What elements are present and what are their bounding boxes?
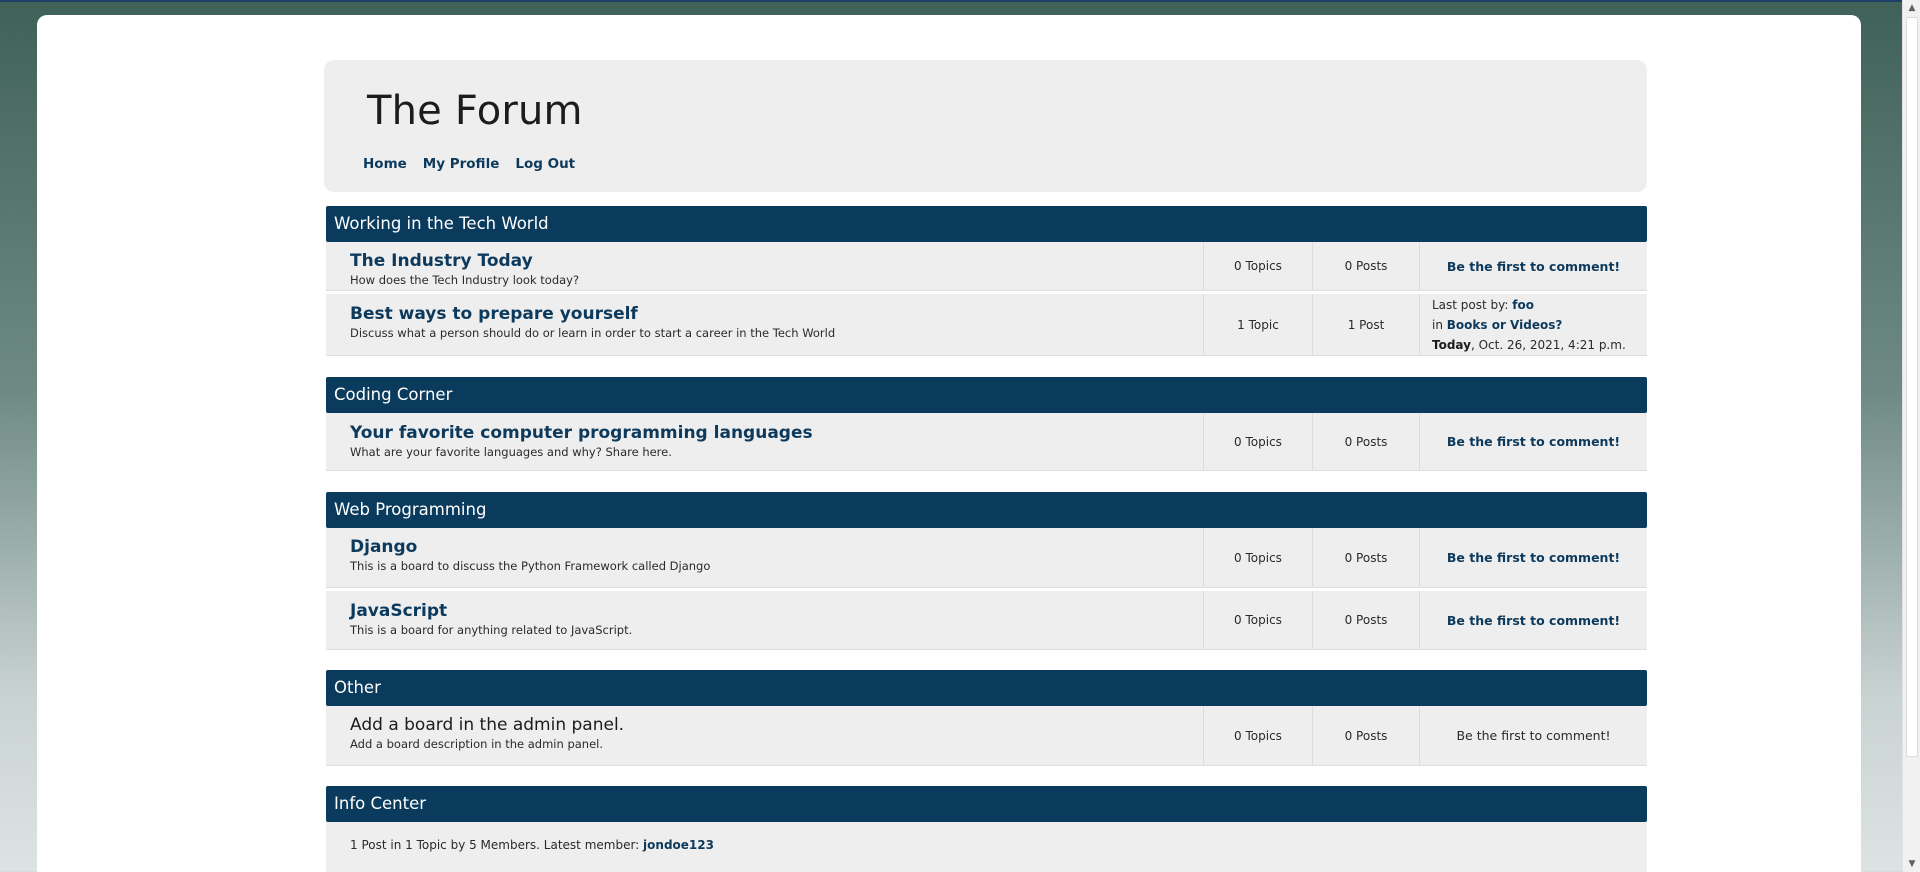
- board-last-post: Last post by: foo in Books or Videos? To…: [1420, 294, 1647, 355]
- first-comment-link[interactable]: Be the first to comment!: [1447, 434, 1620, 449]
- last-post-in-label: in: [1432, 317, 1443, 332]
- board-info: Add a board in the admin panel. Add a bo…: [326, 706, 1204, 765]
- window-top-border: [0, 0, 1920, 2]
- category-header: Working in the Tech World: [326, 206, 1647, 242]
- board-topic-count: 0 Topics: [1204, 242, 1313, 290]
- latest-member-link[interactable]: jondoe123: [643, 838, 714, 852]
- board-description: Discuss what a person should do or learn…: [350, 326, 836, 340]
- first-comment-link[interactable]: Be the first to comment!: [1447, 259, 1620, 274]
- last-post-by-label: Last post by:: [1432, 297, 1509, 312]
- category-header: Other: [326, 670, 1647, 706]
- last-post-user-link[interactable]: foo: [1512, 298, 1534, 312]
- category-coding-corner: Coding Corner Your favorite computer pro…: [324, 377, 1647, 471]
- board-description: How does the Tech Industry look today?: [350, 273, 580, 287]
- board-last-post: Be the first to comment!: [1420, 242, 1647, 290]
- category-working-in-tech: Working in the Tech World The Industry T…: [324, 206, 1647, 356]
- last-post-by-line: Last post by: foo: [1432, 295, 1534, 315]
- board-post-count: 0 Posts: [1313, 242, 1420, 290]
- board-post-count: 1 Post: [1313, 294, 1420, 355]
- board-title-link[interactable]: Best ways to prepare yourself: [350, 304, 1203, 324]
- page-container: The Forum Home My Profile Log Out Workin…: [37, 15, 1861, 872]
- info-center-header: Info Center: [326, 786, 1647, 822]
- nav-log-out-link[interactable]: Log Out: [515, 156, 575, 172]
- category-web-programming: Web Programming Django This is a board t…: [324, 492, 1647, 650]
- first-comment-text: Be the first to comment!: [1456, 728, 1611, 743]
- board-topic-count: 0 Topics: [1204, 591, 1313, 649]
- board-topic-count: 0 Topics: [1204, 413, 1313, 470]
- board-description: What are your favorite languages and why…: [350, 445, 672, 459]
- last-post-in-line: in Books or Videos?: [1432, 315, 1562, 335]
- info-center: Info Center 1 Post in 1 Topic by 5 Membe…: [324, 786, 1647, 872]
- category-header: Web Programming: [326, 492, 1647, 528]
- board-info: Your favorite computer programming langu…: [326, 413, 1204, 470]
- nav-home-link[interactable]: Home: [363, 156, 407, 172]
- board-topic-count: 0 Topics: [1204, 528, 1313, 587]
- board-last-post: Be the first to comment!: [1420, 706, 1647, 765]
- category-other: Other Add a board in the admin panel. Ad…: [324, 670, 1647, 766]
- board-title: Add a board in the admin panel.: [350, 715, 625, 735]
- board-topic-count: 1 Topic: [1204, 294, 1313, 355]
- board-title-link[interactable]: Django: [350, 537, 1203, 557]
- board-last-post: Be the first to comment!: [1420, 591, 1647, 649]
- forum-stats-text: 1 Post in 1 Topic by 5 Members. Latest m…: [350, 838, 644, 852]
- nav-my-profile-link[interactable]: My Profile: [423, 156, 500, 172]
- board-post-count: 0 Posts: [1313, 528, 1420, 587]
- board-row: The Industry Today How does the Tech Ind…: [326, 242, 1647, 291]
- board-info: Best ways to prepare yourself Discuss wh…: [326, 294, 1204, 355]
- board-info: JavaScript This is a board for anything …: [326, 591, 1204, 649]
- board-post-count: 0 Posts: [1313, 413, 1420, 470]
- board-title-link[interactable]: Your favorite computer programming langu…: [350, 423, 1203, 443]
- board-row: Django This is a board to discuss the Py…: [326, 528, 1647, 588]
- board-last-post: Be the first to comment!: [1420, 413, 1647, 470]
- board-post-count: 0 Posts: [1313, 706, 1420, 765]
- scrollbar-thumb[interactable]: [1906, 17, 1918, 757]
- board-description: This is a board to discuss the Python Fr…: [350, 559, 711, 573]
- vertical-scrollbar[interactable]: ▲ ▼: [1902, 0, 1920, 872]
- category-header: Coding Corner: [326, 377, 1647, 413]
- board-row: JavaScript This is a board for anything …: [326, 591, 1647, 650]
- last-post-day: Today: [1432, 337, 1471, 352]
- board-row: Your favorite computer programming langu…: [326, 413, 1647, 471]
- last-post-date: , Oct. 26, 2021, 4:21 p.m.: [1470, 337, 1626, 352]
- board-title-link[interactable]: The Industry Today: [350, 251, 1203, 271]
- board-row: Best ways to prepare yourself Discuss wh…: [326, 294, 1647, 356]
- board-row: Add a board in the admin panel. Add a bo…: [326, 706, 1647, 766]
- forum-header: The Forum Home My Profile Log Out: [324, 60, 1647, 192]
- board-description: Add a board description in the admin pan…: [350, 737, 603, 751]
- board-post-count: 0 Posts: [1313, 591, 1420, 649]
- last-post-date-line: Today, Oct. 26, 2021, 4:21 p.m.: [1432, 335, 1626, 355]
- last-post-topic-link[interactable]: Books or Videos?: [1447, 318, 1563, 332]
- board-topic-count: 0 Topics: [1204, 706, 1313, 765]
- site-title: The Forum: [367, 88, 583, 134]
- board-title-link[interactable]: JavaScript: [350, 601, 1203, 621]
- board-info: The Industry Today How does the Tech Ind…: [326, 242, 1204, 290]
- first-comment-link[interactable]: Be the first to comment!: [1447, 613, 1620, 628]
- board-last-post: Be the first to comment!: [1420, 528, 1647, 587]
- scroll-up-arrow-icon[interactable]: ▲: [1903, 0, 1920, 16]
- board-description: This is a board for anything related to …: [350, 623, 633, 637]
- main-nav: Home My Profile Log Out: [363, 156, 575, 172]
- forum-wrapper: The Forum Home My Profile Log Out Workin…: [324, 60, 1647, 872]
- scroll-down-arrow-icon[interactable]: ▼: [1903, 856, 1920, 872]
- board-info: Django This is a board to discuss the Py…: [326, 528, 1204, 587]
- info-center-body: 1 Post in 1 Topic by 5 Members. Latest m…: [326, 822, 1647, 872]
- first-comment-link[interactable]: Be the first to comment!: [1447, 550, 1620, 565]
